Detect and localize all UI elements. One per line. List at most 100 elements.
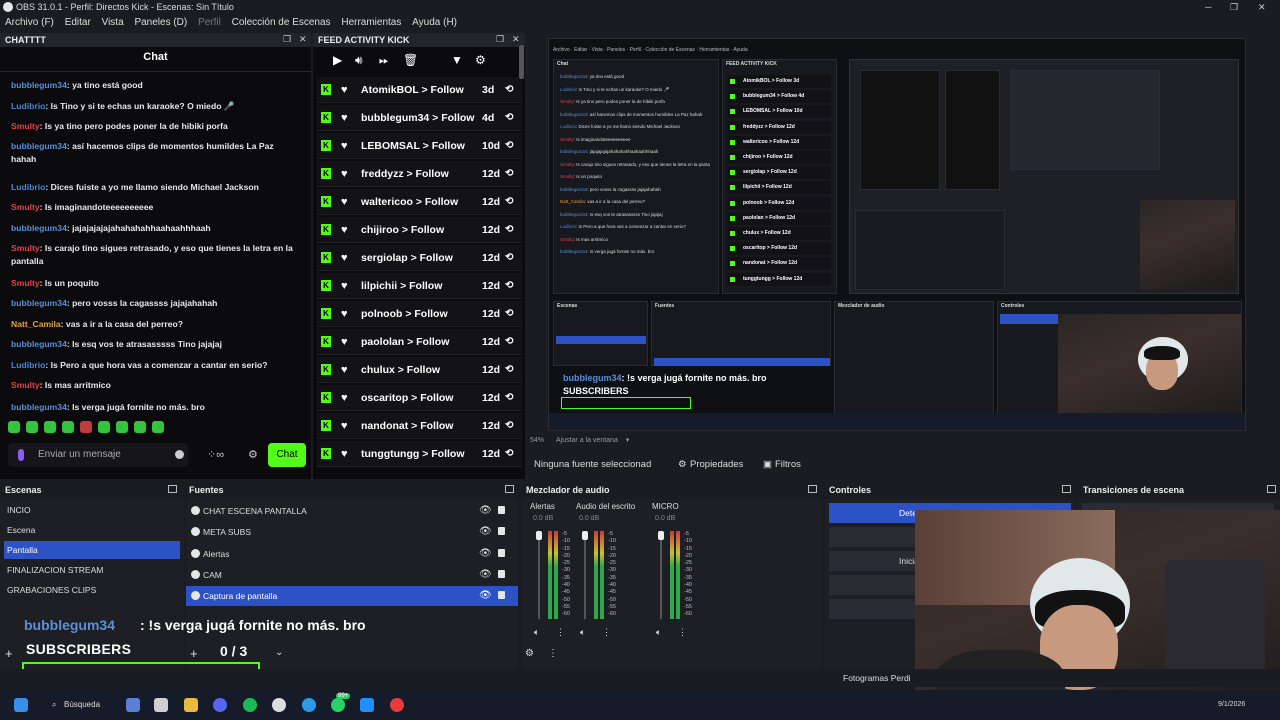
emote-icon[interactable] <box>134 421 146 433</box>
replay-icon[interactable]: ⟲ <box>505 105 513 131</box>
menu-archivo[interactable]: Archivo (F) <box>5 17 54 28</box>
volume-fader[interactable] <box>582 531 588 619</box>
copilot-icon[interactable] <box>126 698 140 712</box>
zoom-level[interactable]: 54% <box>530 437 544 444</box>
obs-icon[interactable] <box>272 698 286 712</box>
undock-icon[interactable] <box>1267 485 1276 493</box>
replay-icon[interactable]: ⟲ <box>505 77 513 103</box>
speaker-icon[interactable]: 🔈︎ <box>656 627 661 638</box>
gear-icon[interactable]: ⚙ <box>248 448 258 461</box>
chat-username[interactable]: bubblegum34 <box>11 298 67 308</box>
feed-row[interactable]: K ♥ paololan > Follow 12d ⟲ <box>317 329 522 355</box>
visibility-eye-icon[interactable]: 👁︎ <box>479 565 492 585</box>
replay-icon[interactable]: ⟲ <box>505 385 513 411</box>
close-dock-icon[interactable]: ✕ <box>512 34 520 45</box>
skip-icon[interactable]: ⏩︎ <box>379 53 389 68</box>
lock-icon[interactable] <box>498 591 505 600</box>
emote-icon[interactable] <box>8 421 20 433</box>
chat-username[interactable]: bubblegum34 <box>11 223 67 233</box>
chat-username[interactable]: Ludibrio <box>11 182 45 192</box>
chat-username[interactable]: Smulty <box>11 278 40 288</box>
fader-knob[interactable] <box>536 531 542 540</box>
minimize-icon[interactable]: ─ <box>1205 0 1211 14</box>
chat-username[interactable]: Ludibrio <box>11 360 45 370</box>
visibility-eye-icon[interactable]: 👁︎ <box>479 522 492 542</box>
replay-icon[interactable]: ⟲ <box>505 329 513 355</box>
edge-icon[interactable] <box>302 698 316 712</box>
undock-icon[interactable] <box>505 485 514 493</box>
chevron-down-icon[interactable]: ⌄ <box>275 647 283 658</box>
scene-item[interactable]: Escena <box>4 521 180 539</box>
lock-icon[interactable] <box>498 527 505 536</box>
opera-icon[interactable] <box>390 698 404 712</box>
replay-icon[interactable]: ⟲ <box>505 413 513 439</box>
spotify-icon[interactable] <box>243 698 257 712</box>
chat-username[interactable]: bubblegum34 <box>11 80 67 90</box>
fader-knob[interactable] <box>658 531 664 540</box>
chat-username[interactable]: Smulty <box>11 202 40 212</box>
filter-icon[interactable]: ▣ <box>763 452 772 478</box>
scene-item[interactable]: INCIO <box>4 501 180 519</box>
menu-ayuda[interactable]: Ayuda (H) <box>412 17 457 28</box>
feed-row[interactable]: K ♥ polnoob > Follow 12d ⟲ <box>317 301 522 327</box>
feed-row[interactable]: K ♥ nandonat > Follow 12d ⟲ <box>317 413 522 439</box>
emoji-icon[interactable] <box>175 450 184 459</box>
emote-icon[interactable] <box>80 421 92 433</box>
source-item[interactable]: CHAT ESCENA PANTALLA 👁︎ <box>186 501 518 521</box>
chat-username[interactable]: Smulty <box>11 121 40 131</box>
visibility-eye-icon[interactable]: 👁︎ <box>479 544 492 564</box>
fit-mode[interactable]: Ajustar a la ventana <box>556 437 618 444</box>
fader-knob[interactable] <box>582 531 588 540</box>
scene-item[interactable]: GRABACIONES CLIPS <box>4 581 180 599</box>
speaker-icon[interactable]: 🔈︎ <box>580 627 585 638</box>
chevron-down-icon[interactable]: ▾ <box>626 437 630 444</box>
infinity-icon[interactable]: ⁘∞ <box>207 448 224 461</box>
close-icon[interactable]: ✕ <box>1258 0 1266 14</box>
source-item[interactable]: Alertas 👁︎ <box>186 544 518 564</box>
properties-button[interactable]: Propiedades <box>690 452 743 478</box>
replay-icon[interactable]: ⟲ <box>505 189 513 215</box>
menu-editar[interactable]: Editar <box>65 17 91 28</box>
feed-row[interactable]: K ♥ oscaritop > Follow 12d ⟲ <box>317 385 522 411</box>
feed-row[interactable]: K ♥ bubblegum34 > Follow 4d ⟲ <box>317 105 522 131</box>
chat-username[interactable]: bubblegum34 <box>11 141 67 151</box>
feed-row[interactable]: K ♥ sergiolap > Follow 12d ⟲ <box>317 245 522 271</box>
undock-icon[interactable] <box>808 485 817 493</box>
lock-icon[interactable] <box>498 569 505 578</box>
emote-icon[interactable] <box>62 421 74 433</box>
feed-row[interactable]: K ♥ tunggtungg > Follow 12d ⟲ <box>317 441 522 467</box>
mixer-menu-icon[interactable]: ⋮ <box>548 648 558 659</box>
channel-menu-icon[interactable]: ⋮ <box>556 627 565 638</box>
replay-icon[interactable]: ⟲ <box>505 357 513 383</box>
lock-icon[interactable] <box>498 506 505 514</box>
visibility-eye-icon[interactable]: 👁︎ <box>479 586 492 606</box>
channel-menu-icon[interactable]: ⋮ <box>602 627 611 638</box>
store-icon[interactable] <box>154 698 168 712</box>
mixer-gear-icon[interactable]: ⚙ <box>525 648 534 659</box>
add-scene-icon[interactable]: + <box>5 646 13 661</box>
scene-item[interactable]: FINALIZACION STREAM <box>4 561 180 579</box>
scene-item[interactable]: Pantalla <box>4 541 180 559</box>
feed-row[interactable]: K ♥ chulux > Follow 12d ⟲ <box>317 357 522 383</box>
add-source-icon[interactable]: + <box>190 646 198 661</box>
volume-fader[interactable] <box>536 531 542 619</box>
chat-send-button[interactable]: Chat <box>268 443 306 467</box>
replay-icon[interactable]: ⟲ <box>505 273 513 299</box>
emote-icon[interactable] <box>26 421 38 433</box>
explorer-icon[interactable] <box>184 698 198 712</box>
play-icon[interactable]: ▶ <box>333 53 342 67</box>
chat-username[interactable]: bubblegum34 <box>11 402 67 412</box>
emote-icon[interactable] <box>116 421 128 433</box>
chat-input[interactable]: Enviar un mensaje <box>8 443 188 467</box>
source-item[interactable]: CAM 👁︎ <box>186 565 518 585</box>
gear-icon[interactable]: ⚙ <box>475 53 486 67</box>
feed-row[interactable]: K ♥ AtomikBOL > Follow 3d ⟲ <box>317 77 522 103</box>
preview-canvas[interactable]: Archivo · Editar · Vista · Paneles · Per… <box>548 38 1246 431</box>
menu-coleccion[interactable]: Colección de Escenas <box>232 17 331 28</box>
trash-icon[interactable]: 🗑︎ <box>403 53 418 67</box>
maximize-icon[interactable]: ❐ <box>1230 0 1238 14</box>
filter-icon[interactable]: ▼ <box>451 53 463 67</box>
undock-icon[interactable]: ❐ <box>283 34 291 45</box>
menu-herramientas[interactable]: Herramientas <box>341 17 401 28</box>
speaker-icon[interactable]: 🔈︎ <box>534 627 539 638</box>
